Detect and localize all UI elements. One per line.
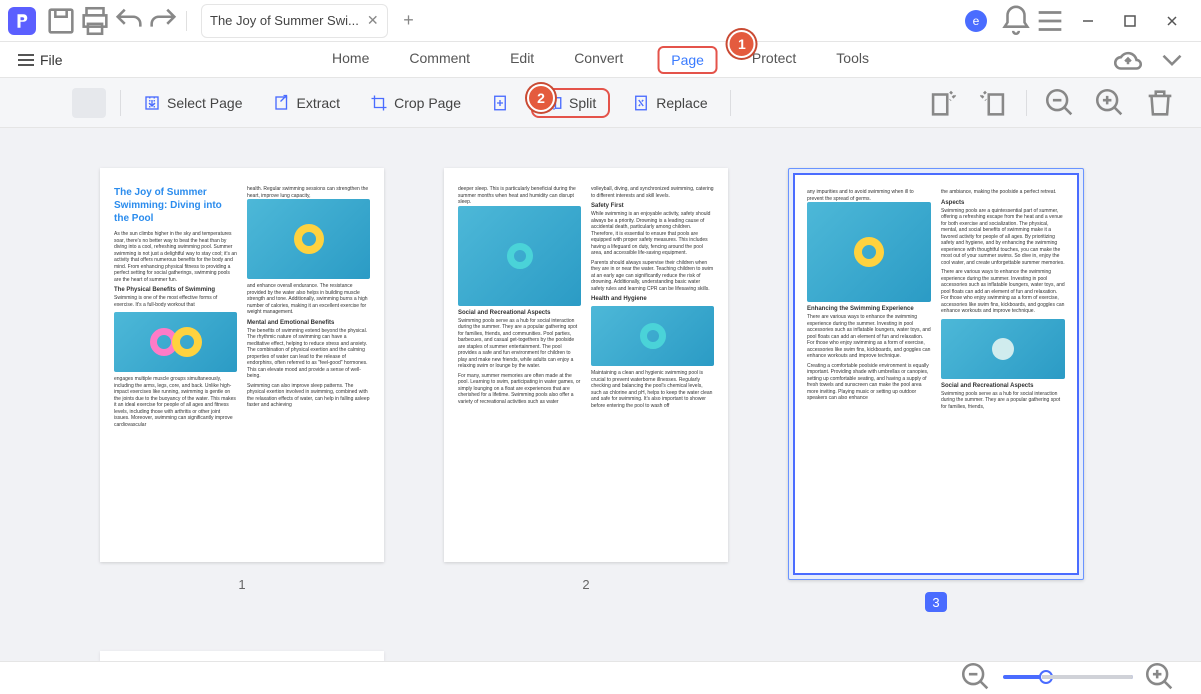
select-page-button[interactable]: Select Page [135, 88, 251, 118]
slider-thumb[interactable] [1039, 670, 1053, 684]
menubar: File Home Comment Edit Convert Page 1 Pr… [0, 42, 1201, 78]
pool-image [458, 206, 581, 306]
separator [730, 90, 731, 116]
separator [120, 90, 121, 116]
next-page-stub [100, 651, 384, 661]
hamburger-icon [18, 54, 34, 66]
menu-comment[interactable]: Comment [403, 46, 476, 74]
rotate-right-icon[interactable] [976, 89, 1010, 117]
callout-2: 2 [527, 84, 555, 112]
hand-tool[interactable] [24, 88, 58, 118]
page-number: 2 [575, 574, 597, 594]
print-icon[interactable] [78, 7, 112, 35]
page-number: 3 [925, 592, 947, 612]
separator [1026, 90, 1027, 116]
zoom-in-icon[interactable] [1093, 89, 1127, 117]
document-tab[interactable]: The Joy of Summer Swi... ✕ [201, 4, 388, 38]
replace-button[interactable]: Replace [624, 88, 715, 118]
menu-tools[interactable]: Tools [830, 46, 875, 74]
new-tab-button[interactable]: + [394, 10, 424, 31]
page-toolbar: Select Page Extract Crop Page 2 Split Re… [0, 78, 1201, 128]
close-tab-icon[interactable]: ✕ [367, 12, 379, 29]
file-menu[interactable]: File [12, 48, 69, 72]
undo-icon[interactable] [112, 7, 146, 35]
save-icon[interactable] [44, 7, 78, 35]
redo-icon[interactable] [146, 7, 180, 35]
crop-page-button[interactable]: Crop Page [362, 88, 469, 118]
pool-image [114, 312, 237, 372]
main-menu: Home Comment Edit Convert Page 1 Protect… [326, 46, 875, 74]
tab-title: The Joy of Summer Swi... [210, 13, 359, 28]
bell-icon[interactable] [999, 7, 1033, 35]
app-icon [8, 7, 36, 35]
callout-1: 1 [728, 30, 756, 58]
titlebar: The Joy of Summer Swi... ✕ + e [0, 0, 1201, 42]
menu-convert[interactable]: Convert [568, 46, 629, 74]
page-title: The Joy of Summer Swimming: Diving into … [114, 186, 237, 225]
zoom-out-icon[interactable] [1043, 89, 1077, 117]
menu-edit[interactable]: Edit [504, 46, 540, 74]
zoom-in-icon[interactable] [1143, 663, 1177, 691]
minimize-button[interactable] [1067, 2, 1109, 40]
pool-image [807, 202, 931, 302]
extract-button[interactable]: Extract [265, 88, 349, 118]
page-thumbnails: The Joy of Summer Swimming: Diving into … [0, 128, 1201, 662]
delete-icon[interactable] [1143, 89, 1177, 117]
page-number: 1 [231, 574, 253, 594]
page-thumbnail-1[interactable]: The Joy of Summer Swimming: Diving into … [100, 168, 384, 642]
menu-icon[interactable] [1033, 7, 1067, 35]
zoom-out-icon[interactable] [959, 663, 993, 691]
collapse-icon[interactable] [1155, 46, 1189, 74]
user-avatar[interactable]: e [965, 10, 987, 32]
zoom-slider[interactable] [1003, 675, 1133, 679]
maximize-button[interactable] [1109, 2, 1151, 40]
divider [186, 11, 187, 31]
menu-home[interactable]: Home [326, 46, 375, 74]
close-button[interactable] [1151, 2, 1193, 40]
cursor-tool[interactable] [72, 88, 106, 118]
rotate-left-icon[interactable] [926, 89, 960, 117]
pool-image [941, 319, 1065, 379]
cloud-icon[interactable] [1111, 46, 1145, 74]
pool-image [247, 199, 370, 279]
page-thumbnail-3[interactable]: any impurities and to avoid swimming whe… [788, 168, 1084, 642]
statusbar [0, 661, 1201, 691]
menu-page[interactable]: Page 1 [657, 46, 718, 74]
insert-button[interactable]: 2 [483, 88, 517, 118]
page-thumbnail-2[interactable]: deeper sleep. This is particularly benef… [444, 168, 728, 642]
pool-image [591, 306, 714, 366]
file-label: File [40, 52, 63, 68]
